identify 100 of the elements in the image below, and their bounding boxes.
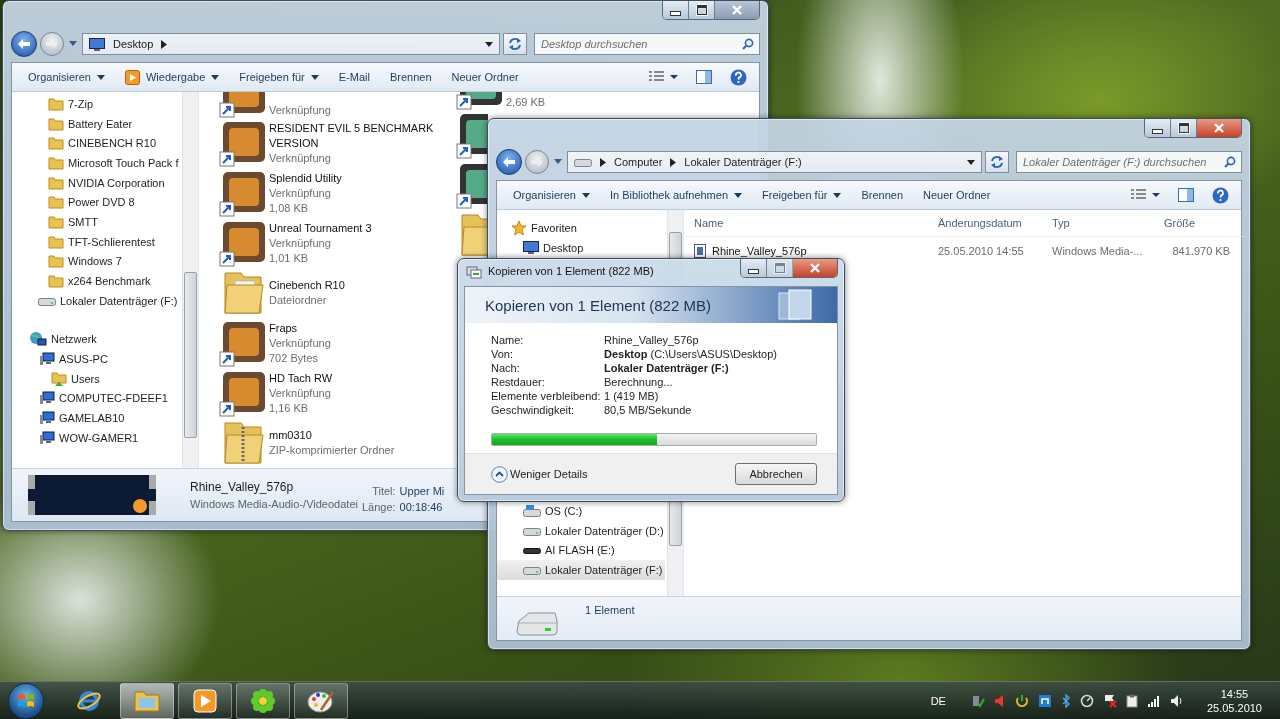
address-bar[interactable]: Desktop: [82, 33, 500, 55]
toolbar-button[interactable]: E-Mail: [328, 67, 380, 87]
signal-icon[interactable]: [1146, 694, 1161, 707]
maximize-button[interactable]: [689, 1, 715, 19]
tree-item[interactable]: COMPUTEC-FDEEF1: [59, 392, 168, 405]
address-bar[interactable]: Computer Lokaler Datenträger (F:): [567, 151, 982, 173]
toolbar-button[interactable]: Organisieren: [18, 67, 115, 87]
app-shortcut-icon[interactable]: [456, 111, 488, 159]
refresh-button[interactable]: [503, 33, 527, 55]
breadcrumb[interactable]: Computer: [614, 156, 663, 168]
tree-item[interactable]: 7-Zip: [68, 97, 94, 110]
tree-item[interactable]: Netzwerk: [51, 333, 97, 346]
language-indicator[interactable]: DE: [930, 694, 946, 707]
breadcrumb[interactable]: Desktop: [113, 38, 154, 50]
scrollbar[interactable]: [182, 92, 198, 468]
flag-icon[interactable]: [1102, 693, 1117, 708]
toolbar-button[interactable]: Brennen: [379, 67, 442, 87]
toolbar-button[interactable]: Neuer Ordner: [913, 185, 1001, 205]
close-button[interactable]: [1197, 119, 1241, 137]
tree-item[interactable]: Power DVD 8: [68, 196, 135, 209]
tree-item[interactable]: Users: [71, 372, 100, 385]
toolbar-button[interactable]: Neuer Ordner: [441, 67, 529, 87]
speaker-icon[interactable]: [993, 693, 1006, 708]
start-button[interactable]: [8, 682, 44, 719]
taskbar-button[interactable]: [294, 682, 348, 719]
details-toggle[interactable]: Weniger Details: [491, 465, 588, 483]
file-info: Verknüpfung: [269, 235, 332, 251]
toolbar-button[interactable]: Organisieren: [503, 185, 600, 205]
back-button[interactable]: [496, 149, 522, 175]
chevron-icon[interactable]: [161, 39, 168, 49]
network-icon[interactable]: [1037, 693, 1052, 708]
column-header[interactable]: Größe: [1158, 217, 1242, 229]
cancel-button[interactable]: Abbrechen: [735, 463, 817, 485]
minimize-button[interactable]: [741, 259, 767, 277]
tree-item[interactable]: Windows 7: [68, 255, 122, 268]
app-shortcut-icon[interactable]: [219, 169, 267, 217]
toolbar-button[interactable]: Freigeben für: [752, 185, 852, 205]
toolbar-button[interactable]: Brennen: [851, 185, 914, 205]
tree-item[interactable]: GAMELAB10: [59, 412, 125, 425]
close-button[interactable]: [793, 259, 837, 277]
maximize-button[interactable]: [1171, 119, 1197, 137]
clock-date[interactable]: 25.05.2010: [1206, 700, 1262, 715]
tree-item[interactable]: ASUS-PC: [59, 353, 108, 366]
drive-item[interactable]: Lokaler Datenträger (D:): [497, 520, 665, 541]
refresh-button[interactable]: [985, 151, 1009, 173]
back-button[interactable]: [11, 31, 37, 57]
tree-item[interactable]: WOW-GAMER1: [59, 431, 139, 444]
column-header[interactable]: Typ: [1046, 217, 1158, 229]
preview-pane-icon[interactable]: [696, 70, 712, 84]
tree-item[interactable]: CINEBENCH R10: [68, 137, 157, 150]
view-options-icon[interactable]: [1130, 188, 1160, 202]
app-shortcut-icon[interactable]: [456, 161, 488, 209]
toolbar-button[interactable]: Freigeben für: [229, 67, 329, 87]
tree-item[interactable]: Desktop: [543, 241, 584, 254]
drive-item[interactable]: AI FLASH (E:): [497, 540, 665, 561]
help-icon[interactable]: [1212, 186, 1229, 204]
minimize-button[interactable]: [1145, 119, 1171, 137]
play-icon: [193, 688, 217, 713]
search-field[interactable]: Lokaler Datenträger (F:) durchsuchen: [1016, 151, 1242, 173]
clock-time[interactable]: 14:55: [1220, 686, 1249, 701]
volume-icon[interactable]: [1169, 693, 1184, 708]
search-field[interactable]: Desktop durchsuchen: [534, 33, 760, 55]
tree-item[interactable]: x264 Benchmark: [68, 275, 151, 288]
app-shortcut-icon[interactable]: [219, 219, 267, 267]
folder-icon: [48, 254, 64, 269]
device-icon[interactable]: [970, 693, 985, 708]
toolbar-button[interactable]: In Bibliothek aufnehmen: [600, 185, 752, 205]
tree-item[interactable]: Favoriten: [531, 221, 577, 234]
help-icon[interactable]: [730, 68, 747, 86]
column-header[interactable]: Name: [684, 217, 932, 229]
chevron-icon[interactable]: [600, 157, 606, 167]
tree-item[interactable]: SMTT: [68, 215, 98, 228]
tree-item[interactable]: Microsoft Touch Pack f: [68, 156, 179, 169]
caret-icon[interactable]: [485, 41, 493, 47]
tree-item[interactable]: Lokaler Datenträger (F:): [60, 294, 178, 307]
caret-icon[interactable]: [967, 159, 975, 165]
tree-item[interactable]: Battery Eater: [68, 117, 133, 130]
toolbar-button[interactable]: Wiedergabe: [115, 65, 230, 89]
gauge-icon[interactable]: [1079, 693, 1094, 708]
table-cell-text: Windows Media-...: [1051, 245, 1144, 257]
tree-item[interactable]: NVIDIA Corporation: [68, 176, 165, 189]
tree-item[interactable]: TFT-Schlierentest: [68, 235, 155, 248]
drive-item[interactable]: Lokaler Datenträger (F:): [497, 560, 665, 580]
taskbar-button[interactable]: [178, 682, 232, 719]
field-label: Restdauer:: [491, 375, 546, 389]
chevron-icon[interactable]: [670, 157, 677, 167]
drive-item[interactable]: OS (C:): [497, 501, 665, 521]
app-shortcut-icon[interactable]: [219, 119, 267, 167]
view-options-icon[interactable]: [648, 70, 678, 84]
computer-icon: [39, 352, 55, 367]
app-shortcut-icon[interactable]: [219, 369, 267, 417]
clipboard-icon[interactable]: [1125, 693, 1138, 708]
breadcrumb[interactable]: Lokaler Datenträger (F:): [684, 156, 802, 168]
preview-pane-icon[interactable]: [1178, 188, 1194, 202]
minimize-button[interactable]: [663, 1, 689, 19]
taskbar-button[interactable]: [236, 682, 290, 719]
bluetooth-icon[interactable]: [1060, 693, 1071, 708]
column-header[interactable]: Änderungsdatum: [932, 217, 1046, 229]
power-icon[interactable]: [1014, 693, 1029, 708]
app-shortcut-icon[interactable]: [219, 319, 267, 367]
